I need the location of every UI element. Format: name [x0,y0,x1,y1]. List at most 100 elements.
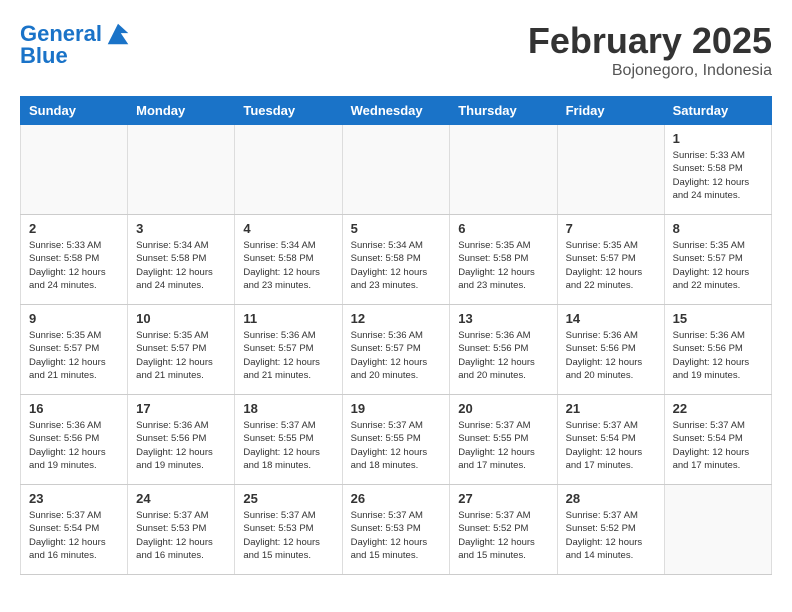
day-info: Sunrise: 5:36 AM Sunset: 5:56 PM Dayligh… [29,419,119,472]
day-number: 10 [136,311,226,326]
day-info: Sunrise: 5:37 AM Sunset: 5:52 PM Dayligh… [566,509,656,562]
day-number: 27 [458,491,548,506]
day-info: Sunrise: 5:37 AM Sunset: 5:55 PM Dayligh… [458,419,548,472]
col-header-saturday: Saturday [664,97,771,125]
day-cell-9: 9 Sunrise: 5:35 AM Sunset: 5:57 PM Daylig… [21,305,128,395]
day-info: Sunrise: 5:34 AM Sunset: 5:58 PM Dayligh… [136,239,226,292]
day-cell-6: 6 Sunrise: 5:35 AM Sunset: 5:58 PM Daylig… [450,215,557,305]
day-cell-17: 17 Sunrise: 5:36 AM Sunset: 5:56 PM Dayli… [128,395,235,485]
title-block: February 2025 Bojonegoro, Indonesia [528,20,772,80]
day-info: Sunrise: 5:35 AM Sunset: 5:57 PM Dayligh… [29,329,119,382]
day-number: 2 [29,221,119,236]
day-info: Sunrise: 5:35 AM Sunset: 5:57 PM Dayligh… [136,329,226,382]
day-number: 5 [351,221,442,236]
col-header-tuesday: Tuesday [235,97,342,125]
week-row-1: 1Sunrise: 5:33 AM Sunset: 5:58 PM Daylig… [21,125,772,215]
day-cell-3: 3Sunrise: 5:34 AM Sunset: 5:58 PM Daylig… [128,215,235,305]
day-info: Sunrise: 5:35 AM Sunset: 5:57 PM Dayligh… [673,239,763,292]
day-info: Sunrise: 5:37 AM Sunset: 5:55 PM Dayligh… [243,419,333,472]
page: General Blue February 2025 Bojonegoro, I… [0,0,792,595]
logo-icon [104,20,132,48]
day-cell-22: 22 Sunrise: 5:37 AM Sunset: 5:54 PM Dayli… [664,395,771,485]
day-number: 24 [136,491,226,506]
day-info: Sunrise: 5:36 AM Sunset: 5:56 PM Dayligh… [136,419,226,472]
day-number: 14 [566,311,656,326]
day-cell-26: 26 Sunrise: 5:37 AM Sunset: 5:53 PM Dayli… [342,485,450,575]
day-info: Sunrise: 5:37 AM Sunset: 5:53 PM Dayligh… [351,509,442,562]
day-number: 25 [243,491,333,506]
logo-text2: Blue [20,44,68,68]
day-cell-28: 28 Sunrise: 5:37 AM Sunset: 5:52 PM Dayli… [557,485,664,575]
location-subtitle: Bojonegoro, Indonesia [528,62,772,80]
day-number: 16 [29,401,119,416]
day-cell-8: 8 Sunrise: 5:35 AM Sunset: 5:57 PM Daylig… [664,215,771,305]
week-row-3: 9 Sunrise: 5:35 AM Sunset: 5:57 PM Daylig… [21,305,772,395]
day-cell-12: 12 Sunrise: 5:36 AM Sunset: 5:57 PM Dayli… [342,305,450,395]
col-header-sunday: Sunday [21,97,128,125]
day-info: Sunrise: 5:37 AM Sunset: 5:54 PM Dayligh… [566,419,656,472]
empty-cell [128,125,235,215]
day-cell-24: 24 Sunrise: 5:37 AM Sunset: 5:53 PM Dayli… [128,485,235,575]
day-cell-5: 5 Sunrise: 5:34 AM Sunset: 5:58 PM Daylig… [342,215,450,305]
week-row-4: 16 Sunrise: 5:36 AM Sunset: 5:56 PM Dayli… [21,395,772,485]
day-info: Sunrise: 5:36 AM Sunset: 5:56 PM Dayligh… [458,329,548,382]
day-number: 11 [243,311,333,326]
col-header-thursday: Thursday [450,97,557,125]
month-title: February 2025 [528,20,772,62]
day-info: Sunrise: 5:37 AM Sunset: 5:53 PM Dayligh… [243,509,333,562]
day-cell-13: 13 Sunrise: 5:36 AM Sunset: 5:56 PM Dayli… [450,305,557,395]
day-info: Sunrise: 5:36 AM Sunset: 5:57 PM Dayligh… [351,329,442,382]
day-cell-2: 2 Sunrise: 5:33 AM Sunset: 5:58 PM Daylig… [21,215,128,305]
day-number: 7 [566,221,656,236]
day-number: 4 [243,221,333,236]
empty-cell [235,125,342,215]
day-info: Sunrise: 5:36 AM Sunset: 5:57 PM Dayligh… [243,329,333,382]
day-cell-4: 4 Sunrise: 5:34 AM Sunset: 5:58 PM Daylig… [235,215,342,305]
day-number: 12 [351,311,442,326]
header: General Blue February 2025 Bojonegoro, I… [20,20,772,80]
day-info: Sunrise: 5:37 AM Sunset: 5:54 PM Dayligh… [673,419,763,472]
empty-cell [21,125,128,215]
day-number: 18 [243,401,333,416]
day-number: 22 [673,401,763,416]
week-row-5: 23 Sunrise: 5:37 AM Sunset: 5:54 PM Dayli… [21,485,772,575]
day-info: Sunrise: 5:35 AM Sunset: 5:58 PM Dayligh… [458,239,548,292]
day-number: 13 [458,311,548,326]
day-info: Sunrise: 5:35 AM Sunset: 5:57 PM Dayligh… [566,239,656,292]
day-info: Sunrise: 5:33 AM Sunset: 5:58 PM Dayligh… [673,149,763,202]
day-cell-21: 21Sunrise: 5:37 AM Sunset: 5:54 PM Dayli… [557,395,664,485]
day-info: Sunrise: 5:37 AM Sunset: 5:53 PM Dayligh… [136,509,226,562]
day-info: Sunrise: 5:36 AM Sunset: 5:56 PM Dayligh… [673,329,763,382]
day-info: Sunrise: 5:34 AM Sunset: 5:58 PM Dayligh… [243,239,333,292]
day-number: 19 [351,401,442,416]
day-info: Sunrise: 5:34 AM Sunset: 5:58 PM Dayligh… [351,239,442,292]
day-number: 23 [29,491,119,506]
day-number: 6 [458,221,548,236]
day-number: 15 [673,311,763,326]
day-cell-23: 23 Sunrise: 5:37 AM Sunset: 5:54 PM Dayli… [21,485,128,575]
day-cell-27: 27 Sunrise: 5:37 AM Sunset: 5:52 PM Dayli… [450,485,557,575]
day-number: 28 [566,491,656,506]
day-number: 26 [351,491,442,506]
day-number: 8 [673,221,763,236]
day-cell-19: 19 Sunrise: 5:37 AM Sunset: 5:55 PM Dayli… [342,395,450,485]
empty-cell [450,125,557,215]
day-cell-25: 25 Sunrise: 5:37 AM Sunset: 5:53 PM Dayli… [235,485,342,575]
day-number: 17 [136,401,226,416]
col-header-wednesday: Wednesday [342,97,450,125]
logo: General Blue [20,20,132,68]
day-cell-20: 20Sunrise: 5:37 AM Sunset: 5:55 PM Dayli… [450,395,557,485]
day-cell-15: 15 Sunrise: 5:36 AM Sunset: 5:56 PM Dayli… [664,305,771,395]
day-info: Sunrise: 5:37 AM Sunset: 5:52 PM Dayligh… [458,509,548,562]
calendar-header-row: SundayMondayTuesdayWednesdayThursdayFrid… [21,97,772,125]
col-header-monday: Monday [128,97,235,125]
day-cell-14: 14Sunrise: 5:36 AM Sunset: 5:56 PM Dayli… [557,305,664,395]
day-cell-7: 7 Sunrise: 5:35 AM Sunset: 5:57 PM Daylig… [557,215,664,305]
day-cell-16: 16 Sunrise: 5:36 AM Sunset: 5:56 PM Dayli… [21,395,128,485]
day-cell-10: 10 Sunrise: 5:35 AM Sunset: 5:57 PM Dayli… [128,305,235,395]
day-number: 9 [29,311,119,326]
day-cell-1: 1Sunrise: 5:33 AM Sunset: 5:58 PM Daylig… [664,125,771,215]
day-info: Sunrise: 5:37 AM Sunset: 5:55 PM Dayligh… [351,419,442,472]
day-info: Sunrise: 5:37 AM Sunset: 5:54 PM Dayligh… [29,509,119,562]
day-info: Sunrise: 5:33 AM Sunset: 5:58 PM Dayligh… [29,239,119,292]
